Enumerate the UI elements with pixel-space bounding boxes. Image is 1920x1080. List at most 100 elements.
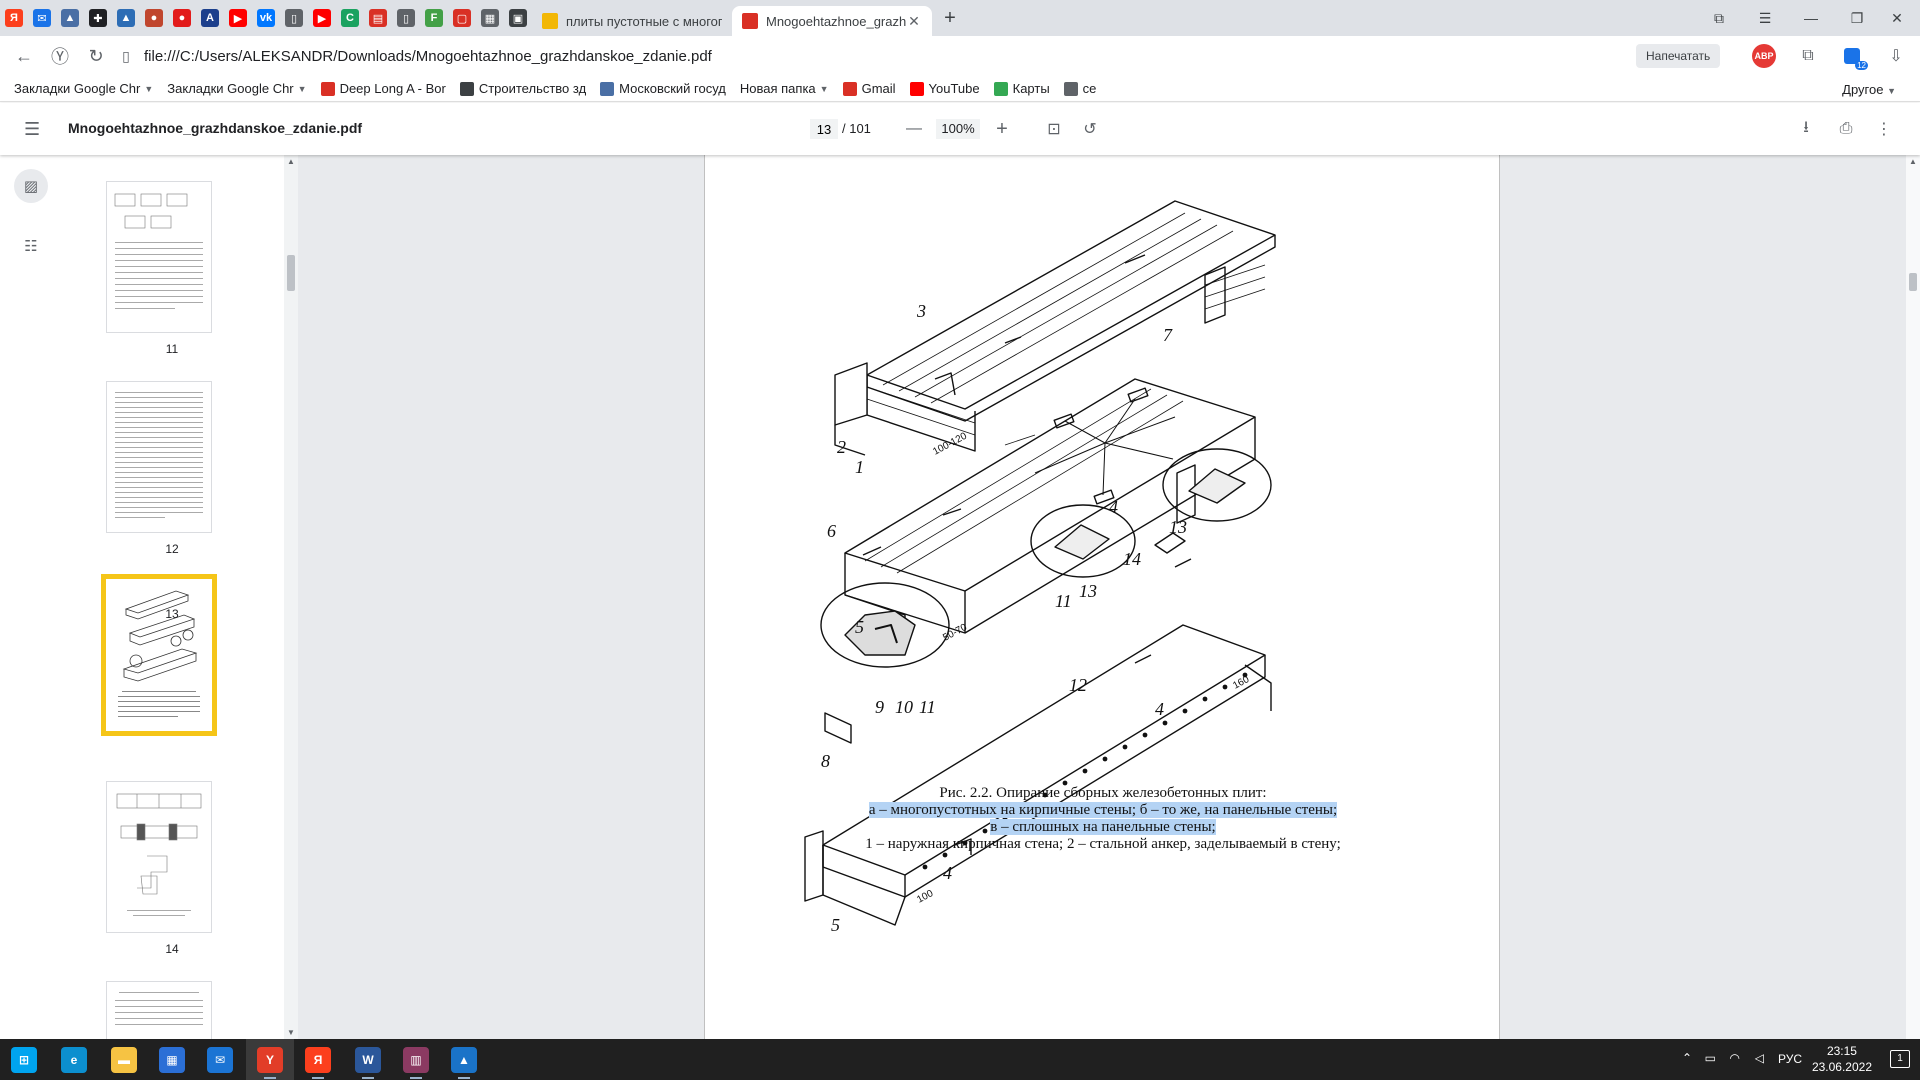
main-scrollbar[interactable]: ▲ <box>1906 155 1920 1039</box>
figure-label: 13 <box>1169 517 1187 537</box>
pinned-tab[interactable]: vk <box>252 0 280 36</box>
zoom-in-button[interactable]: + <box>990 117 1014 141</box>
scrollbar-thumb[interactable] <box>1909 273 1917 291</box>
page-thumbnail[interactable] <box>106 981 212 1039</box>
taskbar-app[interactable]: e <box>50 1039 98 1080</box>
figure-label: 8 <box>821 751 830 771</box>
tab-plity[interactable]: плиты пустотные с многопустот <box>532 6 732 36</box>
bookmark-label: YouTube <box>928 81 980 96</box>
taskbar-app[interactable]: ▬ <box>100 1039 148 1080</box>
close-window-button[interactable]: ✕ <box>1874 0 1920 36</box>
adblock-icon[interactable]: ABP <box>1752 44 1776 68</box>
profile-icon[interactable]: 12 <box>1840 44 1868 70</box>
language-indicator[interactable]: РУС <box>1778 1052 1802 1066</box>
pinned-tab[interactable]: ▲ <box>112 0 140 36</box>
page-thumbnail[interactable] <box>106 181 212 333</box>
pinned-tab[interactable]: ▦ <box>476 0 504 36</box>
pinned-tab[interactable]: ● <box>168 0 196 36</box>
close-tab-icon[interactable]: ✕ <box>906 13 922 30</box>
pinned-tab[interactable]: ✚ <box>84 0 112 36</box>
bookmark-item[interactable]: Закладки Google Chr ▼ <box>167 81 306 96</box>
page-thumbnail-selected[interactable] <box>101 574 217 736</box>
pinned-tab[interactable]: ▶ <box>224 0 252 36</box>
scroll-up-icon[interactable]: ▲ <box>287 157 295 166</box>
pinned-tab[interactable]: Я <box>0 0 28 36</box>
collections-icon[interactable]: ⧉ <box>1696 0 1742 36</box>
pinned-tab[interactable]: ▯ <box>392 0 420 36</box>
thumbnail-scrollbar[interactable]: ▲ ▼ <box>284 155 298 1039</box>
taskbar-app[interactable]: Я <box>294 1039 342 1080</box>
pinned-tab[interactable]: ▣ <box>504 0 532 36</box>
volume-icon[interactable]: ◁ <box>1755 1051 1764 1065</box>
bookmark-label: ce <box>1082 81 1097 96</box>
pinned-tab[interactable]: A <box>196 0 224 36</box>
print-icon[interactable]: ⎙ <box>1834 117 1858 141</box>
pinned-tab[interactable]: ▯ <box>280 0 308 36</box>
back-arrow-icon[interactable]: ← <box>6 38 42 74</box>
yandex-icon: Я <box>305 1046 331 1073</box>
pinned-tab[interactable]: C <box>336 0 364 36</box>
pinned-tab[interactable]: ● <box>140 0 168 36</box>
page-thumbnail[interactable] <box>106 381 212 533</box>
tab-pdf-active[interactable]: Mnogoehtazhnoe_grazhdanskoe ✕ <box>732 6 932 36</box>
file-icon: ▯ <box>122 47 130 64</box>
taskbar-app[interactable]: ▥ <box>392 1039 440 1080</box>
thumbnails-view-icon[interactable]: ▨ <box>14 169 48 203</box>
download-icon[interactable]: ⇩ <box>1884 44 1908 68</box>
battery-icon[interactable]: ▭ <box>1705 1051 1716 1065</box>
scroll-up-icon[interactable]: ▲ <box>1909 157 1917 166</box>
new-tab-button[interactable]: + <box>936 7 964 30</box>
pinned-tab[interactable]: ▢ <box>448 0 476 36</box>
pinned-tab[interactable]: ✉ <box>28 0 56 36</box>
scrollbar-thumb[interactable] <box>287 255 295 291</box>
page-thumbnail[interactable] <box>106 781 212 933</box>
url-field[interactable]: file:///C:/Users/ALEKSANDR/Downloads/Mno… <box>144 48 712 65</box>
outline-view-icon[interactable]: ☷ <box>14 229 48 263</box>
zoom-level[interactable]: 100% <box>936 119 980 139</box>
taskbar-app[interactable]: ▲ <box>440 1039 488 1080</box>
zoom-out-button[interactable]: — <box>902 117 926 141</box>
taskbar-app[interactable]: W <box>344 1039 392 1080</box>
reload-icon[interactable]: ↻ <box>78 38 114 74</box>
wifi-icon[interactable]: ◠ <box>1730 1051 1740 1065</box>
minimize-button[interactable]: — <box>1788 0 1834 36</box>
notification-icon[interactable]: 1 <box>1890 1050 1910 1068</box>
extensions-icon[interactable]: ⧉ <box>1796 44 1820 68</box>
bookmark-item[interactable]: Карты <box>993 81 1050 96</box>
clock[interactable]: 23:15 23.06.2022 <box>1812 1043 1872 1075</box>
pinned-tab[interactable]: ▲ <box>56 0 84 36</box>
bookmark-item[interactable]: Закладки Google Chr ▼ <box>14 81 153 96</box>
rotate-icon[interactable]: ↺ <box>1078 117 1102 141</box>
thumb-content <box>116 793 202 916</box>
pinned-tab[interactable]: ▶ <box>308 0 336 36</box>
fit-page-icon[interactable]: ⊡ <box>1042 117 1066 141</box>
browser-icon: ● <box>145 9 163 27</box>
chevron-up-icon[interactable]: ⌃ <box>1682 1051 1692 1065</box>
print-button[interactable]: Напечатать <box>1636 44 1721 68</box>
pinned-tab[interactable]: ▤ <box>364 0 392 36</box>
taskbar-app[interactable]: Y <box>246 1039 294 1080</box>
bookmark-item[interactable]: ce <box>1063 81 1097 96</box>
bookmark-item[interactable]: YouTube <box>909 81 980 96</box>
page-number-input[interactable] <box>810 119 838 139</box>
other-bookmarks[interactable]: Другое ▼ <box>1842 82 1896 97</box>
pdf-viewer[interactable]: 3 2 1 7 4 6 5 13 13 11 14 12 4 9 10 11 8… <box>298 155 1906 1039</box>
tabs-menu-icon[interactable]: ☰ <box>1742 0 1788 36</box>
taskbar-app[interactable]: ▦ <box>148 1039 196 1080</box>
yandex-home-icon[interactable]: Ⓨ <box>42 38 78 74</box>
thumbnail-label: 14 <box>165 942 179 956</box>
bookmark-item[interactable]: Gmail <box>842 81 896 96</box>
bookmark-item[interactable]: Московский госуд <box>600 81 726 96</box>
scroll-down-icon[interactable]: ▼ <box>287 1028 295 1037</box>
bookmark-item[interactable]: Deep Long A - Bor <box>320 81 446 96</box>
download-icon[interactable]: ⭳ <box>1794 117 1818 141</box>
bookmark-item[interactable]: Строительство зд <box>459 81 586 96</box>
pinned-tab[interactable]: F <box>420 0 448 36</box>
menu-icon[interactable]: ☰ <box>24 119 40 140</box>
taskbar-app[interactable]: ⊞ <box>0 1039 48 1080</box>
more-options-icon[interactable]: ⋮ <box>1872 117 1896 141</box>
taskbar-app[interactable]: ✉ <box>196 1039 244 1080</box>
bookmark-item[interactable]: Новая папка ▼ <box>740 81 829 96</box>
figure-label: 14 <box>1123 549 1141 569</box>
other-bookmarks-label: Другое <box>1842 82 1884 97</box>
